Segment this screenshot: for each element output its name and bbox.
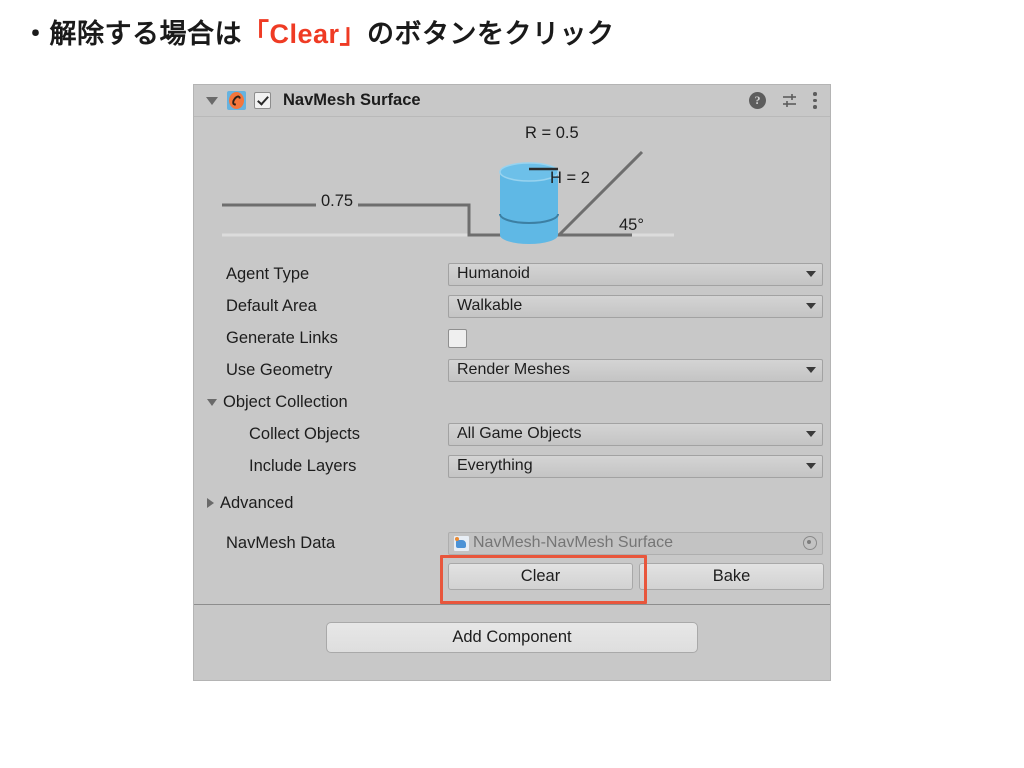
inspector-body: Agent Type Humanoid Default Area Walkabl… [194,253,830,669]
dropdown-value: Everything [457,457,533,474]
row-collect-objects[interactable]: Collect Objects All Game Objects [194,418,830,450]
row-generate-links[interactable]: Generate Links [194,322,830,354]
row-agent-type[interactable]: Agent Type Humanoid [194,258,830,290]
navmesh-surface-inspector: NavMesh Surface ? R = 0.5 H = 2 0.75 45°… [193,84,831,681]
bake-button[interactable]: Bake [639,563,824,590]
header-icon-group: ? [749,92,817,109]
row-navmesh-data[interactable]: NavMesh Data NavMesh-NavMesh Surface [194,527,830,559]
page-title-prefix: ・解除する場合は [22,19,242,49]
agent-type-dropdown[interactable]: Humanoid [448,262,823,286]
add-component-button[interactable]: Add Component [326,621,698,653]
object-collection-foldout-triangle-icon[interactable] [207,398,217,406]
object-picker-icon[interactable] [803,536,817,550]
component-enabled-checkbox[interactable] [254,92,271,109]
help-icon[interactable]: ? [749,92,766,109]
row-label: Generate Links [226,328,338,347]
component-foldout-triangle-icon[interactable] [206,96,218,105]
dropdown-value: All Game Objects [457,425,582,442]
include-layers-dropdown[interactable]: Everything [448,454,823,478]
row-label: NavMesh Data [226,533,336,552]
component-title: NavMesh Surface [283,91,421,109]
use-geometry-dropdown[interactable]: Render Meshes [448,358,823,382]
row-default-area[interactable]: Default Area Walkable [194,290,830,322]
section-label: Object Collection [223,392,348,411]
row-label: Collect Objects [249,424,360,443]
agent-diagram-svg [222,150,674,244]
navmesh-surface-component-icon [227,91,246,110]
row-label: Agent Type [226,264,310,283]
bake-buttons-row: Clear Bake [194,555,830,604]
chevron-down-icon [806,303,816,309]
overflow-menu-icon[interactable] [813,92,817,109]
dropdown-value: Walkable [457,297,523,314]
navmesh-data-value: NavMesh-NavMesh Surface [473,534,674,551]
generate-links-checkbox[interactable] [448,328,467,348]
section-advanced[interactable]: Advanced [194,487,830,519]
agent-step-height-label: 0.75 [316,192,359,211]
row-include-layers[interactable]: Include Layers Everything [194,450,830,482]
component-header[interactable]: NavMesh Surface ? [194,85,830,117]
page-title: ・解除する場合は「Clear」のボタンをクリック [22,12,615,51]
row-label: Default Area [226,296,317,315]
navmesh-asset-icon [454,535,469,551]
section-object-collection[interactable]: Object Collection [194,386,830,418]
agent-settings-diagram: R = 0.5 H = 2 0.75 45° [194,117,830,253]
chevron-down-icon [806,463,816,469]
chevron-down-icon [806,367,816,373]
section-label: Advanced [220,493,294,512]
advanced-foldout-triangle-icon[interactable] [207,498,214,508]
page-title-suffix: のボタンをクリック [367,19,615,49]
agent-radius-label: R = 0.5 [525,124,579,142]
preset-icon[interactable] [781,92,798,109]
default-area-dropdown[interactable]: Walkable [448,294,823,318]
row-label: Use Geometry [226,360,333,379]
chevron-down-icon [806,271,816,277]
chevron-down-icon [806,431,816,437]
page-title-accent: 「Clear」 [242,19,368,49]
row-use-geometry[interactable]: Use Geometry Render Meshes [194,354,830,386]
collect-objects-dropdown[interactable]: All Game Objects [448,422,823,446]
agent-height-label: H = 2 [550,169,590,187]
agent-slope-label: 45° [619,216,644,234]
navmesh-data-object-field[interactable]: NavMesh-NavMesh Surface [448,531,823,555]
dropdown-value: Humanoid [457,265,530,282]
dropdown-value: Render Meshes [457,361,570,378]
row-label: Include Layers [249,456,357,475]
clear-button[interactable]: Clear [448,563,633,590]
add-component-footer: Add Component [194,605,830,669]
